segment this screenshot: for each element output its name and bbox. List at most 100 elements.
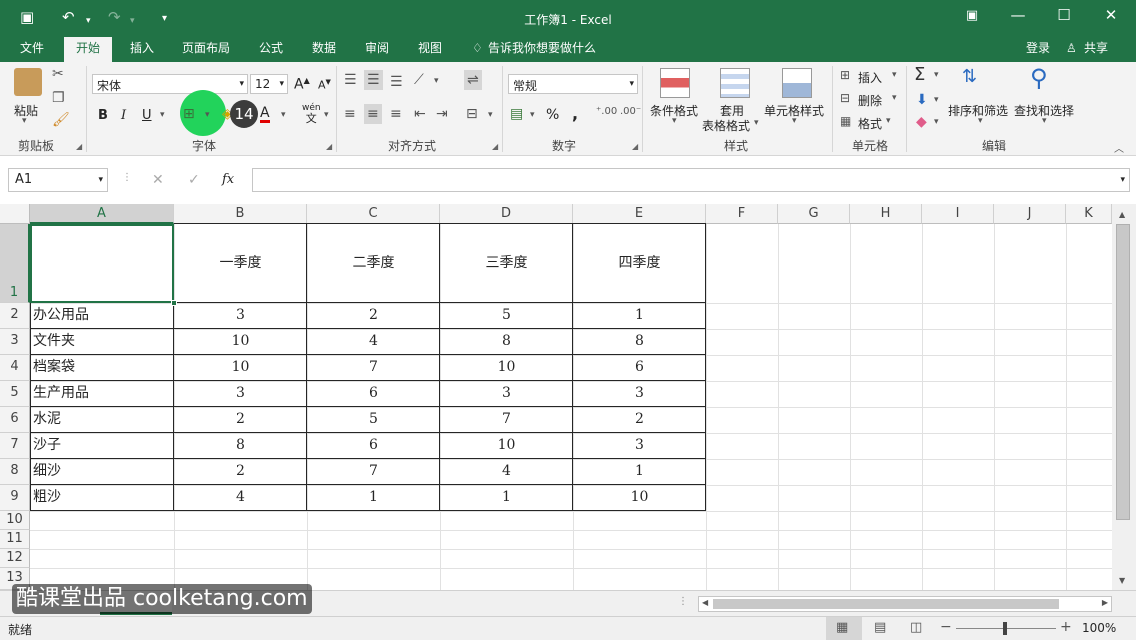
row-header-4[interactable]: 4	[0, 355, 30, 381]
row-header-9[interactable]: 9	[0, 485, 30, 511]
align-middle-icon[interactable]: ☰	[364, 70, 383, 90]
formula-input[interactable]: ▾	[252, 168, 1130, 192]
cell-b9[interactable]: 4	[174, 485, 307, 511]
ribbon-display-options-icon[interactable]: ▣	[962, 8, 982, 23]
borders-icon[interactable]: ⊞	[183, 106, 195, 122]
font-color-dropdown-icon[interactable]: ▾	[281, 110, 286, 120]
cell-c5[interactable]: 6	[307, 381, 440, 407]
number-format-box[interactable]: 常规 ▾	[508, 74, 638, 94]
column-header-j[interactable]: J	[994, 204, 1066, 224]
clear-icon[interactable]: ◆	[916, 114, 927, 130]
row-header-8[interactable]: 8	[0, 459, 30, 485]
cell-a2[interactable]: 办公用品	[33, 303, 171, 329]
cell-e8[interactable]: 1	[573, 459, 706, 485]
row-header-11[interactable]: 11	[0, 530, 30, 549]
cell-styles-icon[interactable]	[782, 68, 812, 98]
insert-cells-button[interactable]: 插入	[858, 69, 882, 86]
normal-view-icon[interactable]: ▦	[836, 620, 848, 635]
cell-c2[interactable]: 2	[307, 303, 440, 329]
row-header-7[interactable]: 7	[0, 433, 30, 459]
cell-header-c1[interactable]: 二季度	[307, 224, 440, 303]
fill-dropdown-icon[interactable]: ▾	[934, 95, 939, 105]
name-box[interactable]: A1 ▾	[8, 168, 108, 192]
orientation-dropdown-icon[interactable]: ▾	[434, 76, 439, 86]
cell-header-d1[interactable]: 三季度	[440, 224, 573, 303]
wrap-text-icon[interactable]: ⇌	[464, 70, 482, 90]
cell-c9[interactable]: 1	[307, 485, 440, 511]
cell-d5[interactable]: 3	[440, 381, 573, 407]
column-header-e[interactable]: E	[573, 204, 706, 224]
zoom-slider-thumb[interactable]	[1003, 622, 1007, 635]
format-painter-icon[interactable]: 🖌	[52, 112, 70, 128]
row-header-5[interactable]: 5	[0, 381, 30, 407]
row-header-2[interactable]: 2	[0, 303, 30, 329]
cell-b6[interactable]: 2	[174, 407, 307, 433]
column-header-d[interactable]: D	[440, 204, 573, 224]
delete-cells-button[interactable]: 删除	[858, 92, 882, 109]
split-handle-icon[interactable]: ⋮	[678, 596, 688, 607]
fill-icon[interactable]: ⬇	[916, 92, 928, 108]
cell-styles-dropdown-icon[interactable]: ▾	[792, 116, 797, 126]
accounting-dropdown-icon[interactable]: ▾	[530, 110, 535, 120]
shrink-font-icon[interactable]: A▼	[318, 78, 331, 92]
page-layout-view-icon[interactable]: ▤	[874, 620, 886, 635]
column-header-i[interactable]: I	[922, 204, 994, 224]
page-break-view-icon[interactable]: ◫	[910, 620, 922, 635]
font-color-icon[interactable]: A	[260, 106, 270, 123]
comma-style-button[interactable]: ,	[572, 104, 578, 123]
tab-review[interactable]: 审阅	[365, 40, 389, 56]
tab-file[interactable]: 文件	[20, 40, 44, 56]
format-as-table-label-2[interactable]: 表格格式	[702, 117, 750, 134]
insert-dropdown-icon[interactable]: ▾	[892, 70, 897, 80]
column-header-c[interactable]: C	[307, 204, 440, 224]
cell-a6[interactable]: 水泥	[33, 407, 171, 433]
find-select-dropdown-icon[interactable]: ▾	[1042, 116, 1047, 126]
scroll-down-icon[interactable]: ▼	[1119, 576, 1125, 585]
cell-d6[interactable]: 7	[440, 407, 573, 433]
copy-icon[interactable]: ❐	[52, 90, 65, 106]
column-header-g[interactable]: G	[778, 204, 850, 224]
cell-b7[interactable]: 8	[174, 433, 307, 459]
cell-d4[interactable]: 10	[440, 355, 573, 381]
cell-header-e1[interactable]: 四季度	[573, 224, 706, 303]
vertical-scroll-thumb[interactable]	[1116, 224, 1130, 520]
horizontal-scroll-thumb[interactable]	[713, 599, 1059, 609]
sort-filter-dropdown-icon[interactable]: ▾	[978, 116, 983, 126]
increase-decimal-icon[interactable]: ⁺.00	[596, 106, 617, 117]
borders-dropdown-icon[interactable]: ▾	[205, 110, 210, 120]
column-header-f[interactable]: F	[706, 204, 778, 224]
row-header-6[interactable]: 6	[0, 407, 30, 433]
cell-d3[interactable]: 8	[440, 329, 573, 355]
cell-b3[interactable]: 10	[174, 329, 307, 355]
maximize-icon[interactable]: ☐	[1054, 6, 1074, 24]
align-left-icon[interactable]: ≡	[344, 106, 356, 122]
increase-indent-icon[interactable]: ⇥	[436, 106, 448, 122]
number-launcher-icon[interactable]: ◢	[632, 142, 638, 151]
format-dropdown-icon[interactable]: ▾	[886, 116, 891, 126]
cell-e2[interactable]: 1	[573, 303, 706, 329]
row-header-3[interactable]: 3	[0, 329, 30, 355]
insert-cells-icon[interactable]: ⊞	[840, 68, 850, 82]
scroll-left-icon[interactable]: ◀	[702, 598, 708, 607]
cell-e6[interactable]: 2	[573, 407, 706, 433]
enter-icon[interactable]: ✓	[188, 172, 200, 188]
tell-me-search[interactable]: 告诉我你想要做什么	[488, 40, 596, 56]
cell-e5[interactable]: 3	[573, 381, 706, 407]
cell-e3[interactable]: 8	[573, 329, 706, 355]
orientation-icon[interactable]: ⟋	[414, 72, 424, 88]
format-cells-icon[interactable]: ▦	[840, 114, 851, 128]
cell-a8[interactable]: 细沙	[33, 459, 171, 485]
alignment-launcher-icon[interactable]: ◢	[492, 142, 498, 151]
tab-home[interactable]: 开始	[64, 37, 113, 62]
tab-view[interactable]: 视图	[418, 40, 442, 56]
scroll-right-icon[interactable]: ▶	[1102, 598, 1108, 607]
delete-dropdown-icon[interactable]: ▾	[892, 93, 897, 103]
cell-d8[interactable]: 4	[440, 459, 573, 485]
tab-page-layout[interactable]: 页面布局	[182, 40, 230, 56]
align-center-icon[interactable]: ≡	[364, 104, 382, 124]
vertical-scrollbar[interactable]: ▲ ▼	[1112, 204, 1136, 590]
cell-d7[interactable]: 10	[440, 433, 573, 459]
select-all-corner[interactable]	[0, 204, 30, 224]
cell-a7[interactable]: 沙子	[33, 433, 171, 459]
zoom-level[interactable]: 100%	[1082, 621, 1116, 635]
